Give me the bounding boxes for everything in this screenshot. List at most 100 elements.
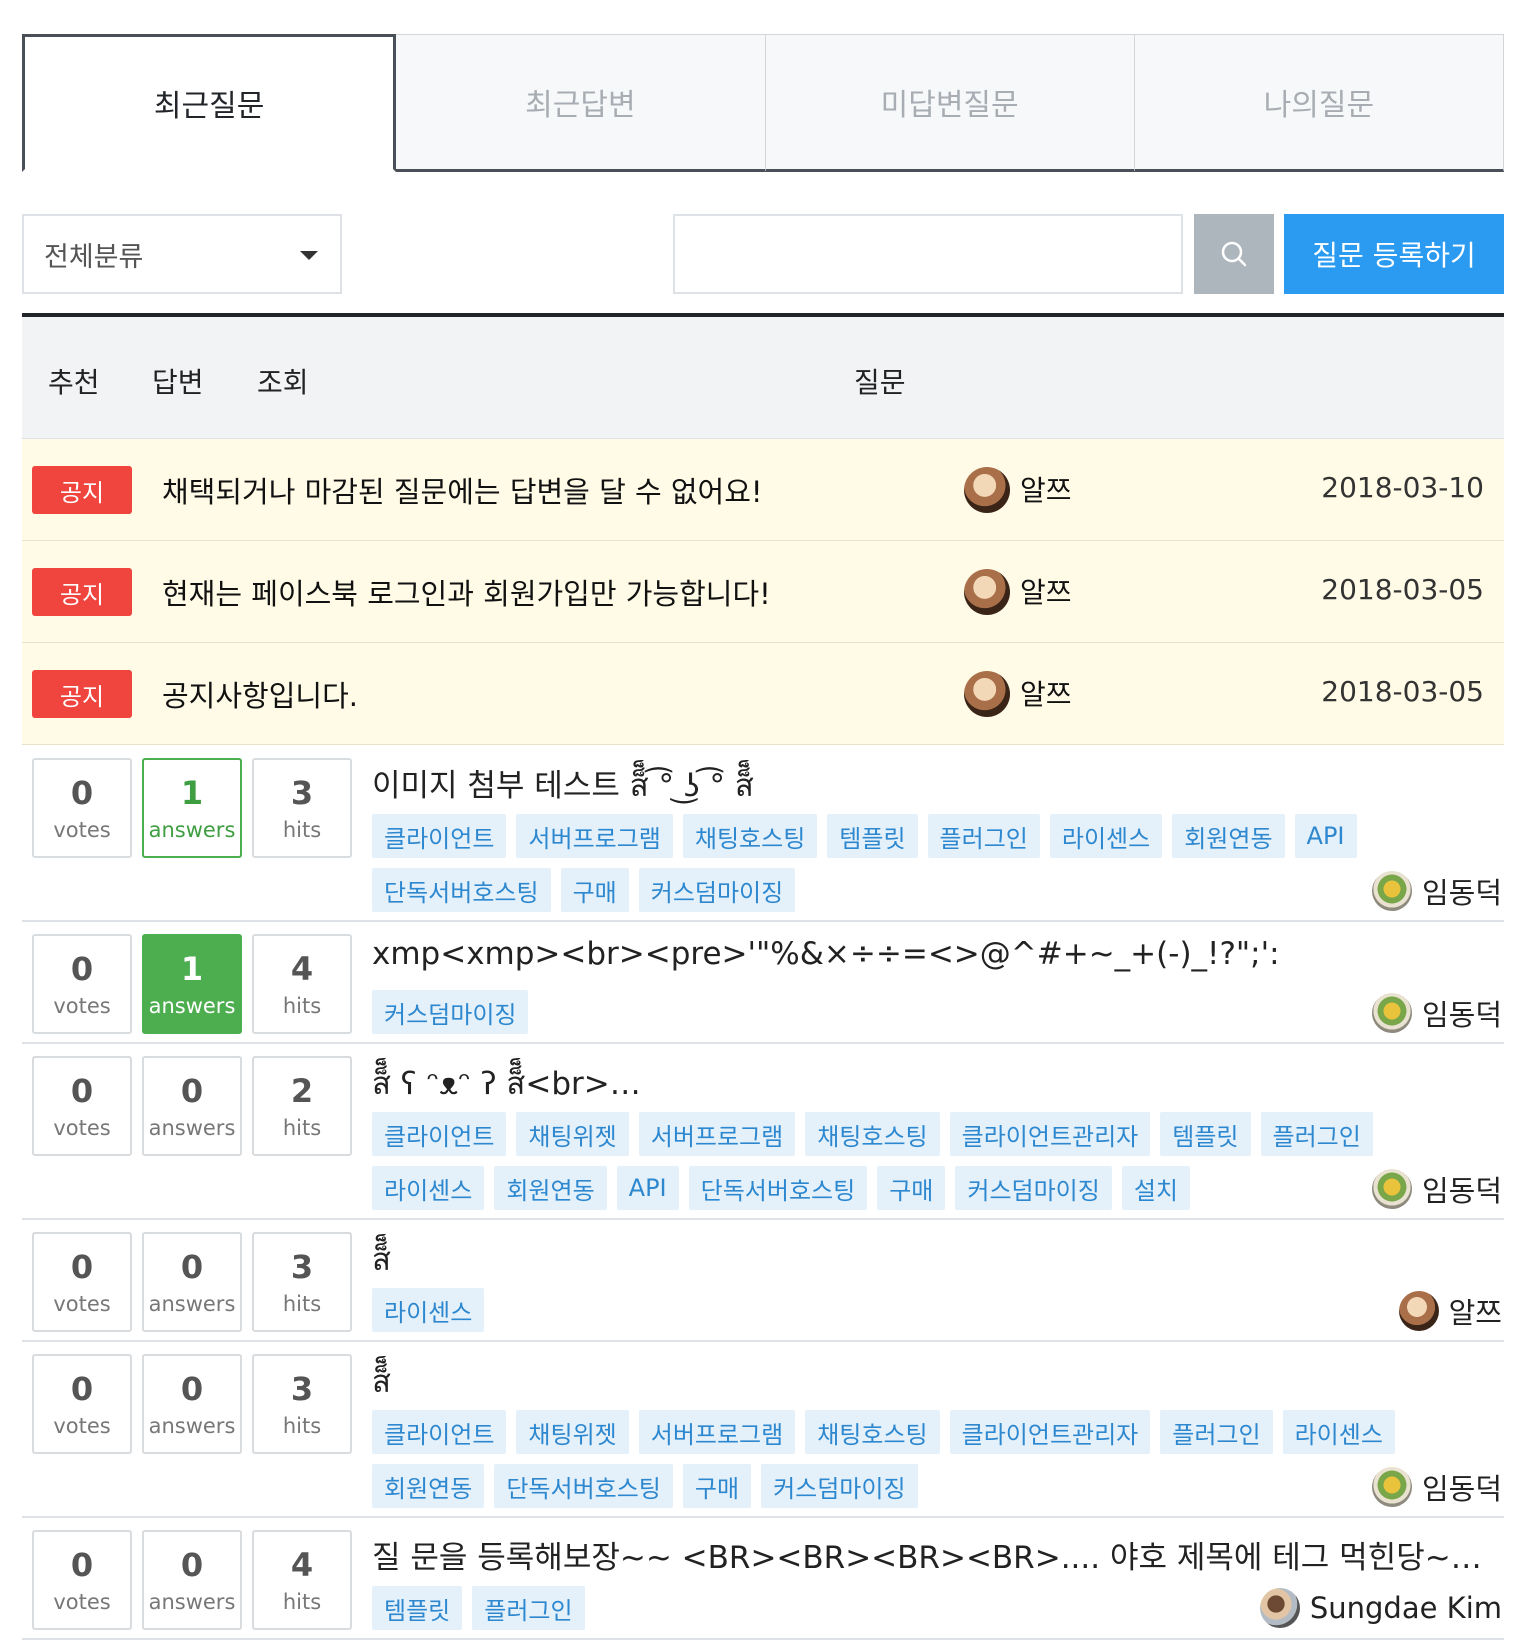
hits-label: hits — [282, 1116, 322, 1140]
question-row: 0 votes 1 answers 3 hits 이미지 첨부 테스트 ส็็็… — [22, 746, 1504, 922]
hits-count-box: 3 hits — [252, 1232, 352, 1332]
tag[interactable]: 채팅위젯 — [516, 1410, 629, 1454]
tag[interactable]: 라이센스 — [1049, 814, 1163, 858]
votes-count-box: 0 votes — [32, 1354, 132, 1454]
tag[interactable]: 서버프로그램 — [516, 814, 673, 858]
tab-recent-answers[interactable]: 최근답변 — [396, 34, 766, 172]
tag[interactable]: 라이센스 — [1282, 1410, 1395, 1454]
tag[interactable]: 커스덤마이징 — [955, 1166, 1112, 1210]
answers-count: 0 — [180, 1370, 204, 1408]
tag[interactable]: 클라이언트 — [372, 1410, 507, 1454]
tag[interactable]: 플러그인 — [1160, 1410, 1273, 1454]
tag[interactable]: 서버프로그램 — [638, 1410, 796, 1454]
tag[interactable]: 템플릿 — [827, 814, 918, 858]
hits-label: hits — [282, 818, 322, 842]
tag[interactable]: 라이센스 — [372, 1288, 485, 1332]
notice-author[interactable]: 알쯔 — [1020, 469, 1072, 509]
question-title-link[interactable]: ส็็็็็็็็็็็็็็็็็็็็็็็็็็็็ — [372, 1234, 1492, 1284]
question-tabs: 최근질문 최근답변 미답변질문 나의질문 — [22, 34, 1504, 172]
tag[interactable]: 구매 — [682, 1464, 752, 1508]
question-author[interactable]: Sungdae Kim — [1259, 1588, 1502, 1628]
tag[interactable]: 클라이언트관리자 — [949, 1410, 1151, 1454]
tag[interactable]: API — [616, 1166, 679, 1210]
tag[interactable]: 채팅호스팅 — [805, 1410, 940, 1454]
tag[interactable]: 템플릿 — [372, 1586, 463, 1630]
ask-question-button[interactable]: 질문 등록하기 — [1284, 214, 1504, 294]
flower-avatar-icon — [1371, 993, 1412, 1033]
votes-count: 0 — [70, 1072, 94, 1110]
tab-my-questions[interactable]: 나의질문 — [1134, 34, 1504, 172]
question-title-link[interactable]: 이미지 첨부 테스트 ส็็็็็็็็็็็็็็็็็็็็็็็็็็ ͡… — [372, 760, 1492, 810]
notice-date: 2018-03-05 — [1321, 573, 1484, 606]
tag[interactable]: 채팅호스팅 — [805, 1112, 940, 1156]
tag[interactable]: 클라이언트 — [372, 1112, 507, 1156]
tag[interactable]: 라이센스 — [372, 1166, 485, 1210]
tag[interactable]: 설치 — [1121, 1166, 1191, 1210]
tag-list: 클라이언트 서버프로그램 채팅호스팅 템플릿 플러그인 라이센스 회원연동 AP… — [372, 814, 1482, 912]
question-title-link[interactable]: ส็็็็็็็็็็็็็็็็็็็็็็็็็็็็็็็็็็ ʕ ᵔᴥ… — [372, 1058, 1492, 1108]
hits-count-box: 3 hits — [252, 758, 352, 858]
question-title-link[interactable]: xmp<xmp><br><pre>'"%&×÷÷=<>@^#+~_+(-)_!?… — [372, 936, 1492, 972]
tag[interactable]: 클라이언트 — [372, 814, 507, 858]
votes-count-box: 0 votes — [32, 934, 132, 1034]
question-row: 0 votes 0 answers 3 hits ส็็็็็็็็็็็็็็… — [22, 1220, 1504, 1342]
tag[interactable]: 회원연동 — [372, 1464, 485, 1508]
tag[interactable]: 플러그인 — [1260, 1112, 1373, 1156]
tag[interactable]: 템플릿 — [1160, 1112, 1251, 1156]
author-name: 임동덕 — [1421, 1472, 1502, 1506]
tag[interactable]: 채팅위젯 — [516, 1112, 629, 1156]
question-title-link[interactable]: 질 문을 등록해보장~~ <BR><BR><BR><BR>.... 야호 제목에… — [372, 1532, 1492, 1577]
question-author[interactable]: 임동덕 — [1371, 992, 1502, 1034]
author-name: 임동덕 — [1421, 1174, 1502, 1208]
hits-label: hits — [282, 1414, 322, 1438]
tag[interactable]: 커스덤마이징 — [638, 868, 796, 912]
answers-label: answers — [148, 1292, 236, 1316]
hits-label: hits — [282, 1292, 322, 1316]
votes-count: 0 — [70, 1546, 94, 1584]
flower-avatar-icon — [1371, 871, 1412, 911]
tag[interactable]: 회원연동 — [494, 1166, 607, 1210]
tag-list: 라이센스 — [372, 1288, 1482, 1332]
notice-title-link[interactable]: 공지사항입니다. — [162, 673, 358, 715]
question-author[interactable]: 알쯔 — [1398, 1290, 1502, 1332]
tag[interactable]: 구매 — [560, 868, 629, 912]
question-author[interactable]: 임동덕 — [1371, 1466, 1502, 1508]
category-select[interactable]: 전체분류 — [22, 214, 342, 294]
tag[interactable]: 단독서버호스팅 — [688, 1166, 868, 1210]
votes-count: 0 — [70, 950, 94, 988]
question-row: 0 votes 0 answers 2 hits ส็็็็็็็็็็็็็็… — [22, 1044, 1504, 1220]
votes-count-box: 0 votes — [32, 758, 132, 858]
tab-recent-questions[interactable]: 최근질문 — [22, 34, 397, 172]
tag[interactable]: 플러그인 — [472, 1586, 585, 1630]
question-title-link[interactable]: ส็็็็็็็็็็็็็็็็็็็็็็็็็็็็ — [372, 1356, 1492, 1406]
header-answers: 답변 — [152, 366, 204, 399]
notice-badge: 공지 — [32, 466, 132, 514]
notice-title-link[interactable]: 채택되거나 마감된 질문에는 답변을 달 수 없어요! — [162, 469, 763, 511]
notice-author[interactable]: 알쯔 — [1020, 673, 1072, 713]
tag[interactable]: 채팅호스팅 — [682, 814, 818, 858]
answers-count: 1 — [180, 774, 204, 812]
tag[interactable]: API — [1294, 814, 1357, 858]
hits-count-box: 4 hits — [252, 934, 352, 1034]
question-author[interactable]: 임동덕 — [1371, 1168, 1502, 1210]
tag[interactable]: 단독서버호스팅 — [372, 868, 551, 912]
tab-unanswered-questions[interactable]: 미답변질문 — [765, 34, 1135, 172]
tag[interactable]: 클라이언트관리자 — [949, 1112, 1151, 1156]
tag[interactable]: 구매 — [877, 1166, 946, 1210]
hits-count: 2 — [290, 1072, 314, 1110]
notice-title-link[interactable]: 현재는 페이스북 로그인과 회원가입만 가능합니다! — [162, 571, 771, 613]
answers-label: answers — [148, 1414, 236, 1438]
tag[interactable]: 커스덤마이징 — [761, 1464, 918, 1508]
tag[interactable]: 커스덤마이징 — [372, 990, 529, 1034]
tag[interactable]: 플러그인 — [927, 814, 1040, 858]
notice-author[interactable]: 알쯔 — [1020, 571, 1072, 611]
caret-down-icon — [300, 251, 318, 260]
question-row: 0 votes 0 answers 4 hits 질 문을 등록해보장~~ <B… — [22, 1518, 1504, 1640]
search-button[interactable] — [1194, 214, 1274, 294]
search-input[interactable] — [673, 214, 1183, 294]
tag[interactable]: 회원연동 — [1172, 814, 1285, 858]
question-author[interactable]: 임동덕 — [1371, 870, 1502, 912]
tag[interactable]: 서버프로그램 — [638, 1112, 796, 1156]
answers-count-box: 1 answers — [142, 934, 242, 1034]
tag[interactable]: 단독서버호스팅 — [494, 1464, 673, 1508]
